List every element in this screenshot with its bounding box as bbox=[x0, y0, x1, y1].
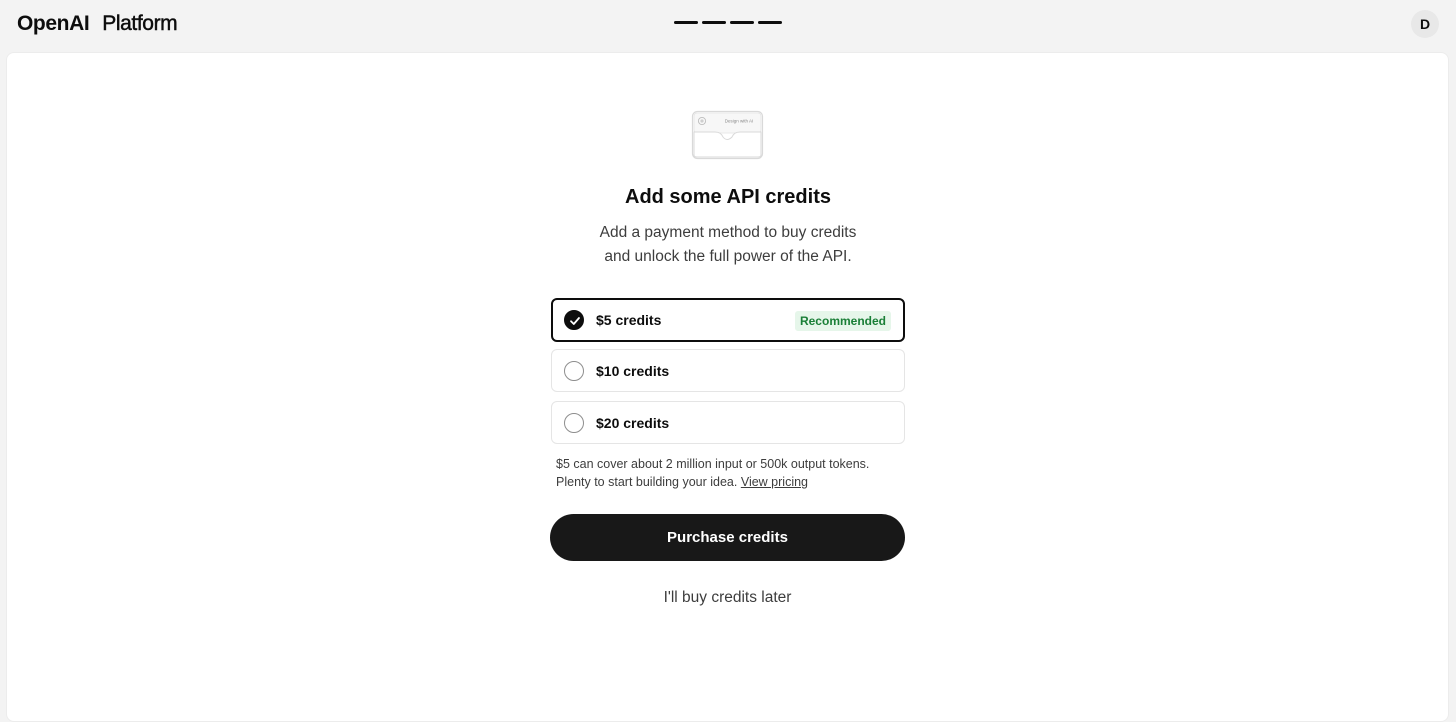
credit-option-10[interactable]: $10 credits bbox=[551, 349, 905, 392]
radio-checked-icon bbox=[564, 310, 584, 330]
subtitle-line: Add a payment method to buy credits bbox=[599, 224, 857, 241]
progress-step bbox=[674, 21, 698, 24]
brand-logo[interactable]: OpenAI Platform bbox=[17, 12, 178, 36]
credits-info-note: $5 can cover about 2 million input or 50… bbox=[556, 455, 916, 491]
user-avatar[interactable]: D bbox=[1411, 10, 1439, 38]
option-label: $5 credits bbox=[596, 312, 662, 328]
credit-option-20[interactable]: $20 credits bbox=[551, 401, 905, 444]
note-line-2: Plenty to start building your idea. View… bbox=[556, 473, 916, 491]
view-pricing-link[interactable]: View pricing bbox=[741, 475, 808, 489]
brand-name: OpenAI bbox=[17, 12, 90, 35]
top-bar: OpenAI Platform D bbox=[0, 0, 1456, 52]
option-label: $10 credits bbox=[596, 363, 670, 379]
buy-later-link[interactable]: I'll buy credits later bbox=[550, 589, 905, 607]
note-line: $5 can cover about 2 million input or 50… bbox=[556, 457, 870, 471]
step-progress-indicator bbox=[674, 21, 782, 24]
page-subtitle: Add a payment method to buy credits and … bbox=[0, 221, 1456, 269]
card-label: Design with AI bbox=[725, 119, 754, 124]
progress-step bbox=[730, 21, 754, 24]
credit-card-illustration: Design with AI bbox=[691, 110, 764, 160]
purchase-credits-button[interactable]: Purchase credits bbox=[550, 514, 905, 561]
progress-step bbox=[702, 21, 726, 24]
note-text: Plenty to start building your idea. bbox=[556, 475, 738, 489]
radio-unchecked-icon bbox=[564, 413, 584, 433]
option-label: $20 credits bbox=[596, 415, 670, 431]
page-title: Add some API credits bbox=[625, 186, 831, 208]
product-name: Platform bbox=[102, 12, 178, 35]
progress-step bbox=[758, 21, 782, 24]
subtitle-line: and unlock the full power of the API. bbox=[604, 248, 852, 265]
credit-option-5[interactable]: $5 credits Recommended bbox=[551, 298, 905, 342]
radio-unchecked-icon bbox=[564, 361, 584, 381]
recommended-badge: Recommended bbox=[794, 311, 891, 331]
